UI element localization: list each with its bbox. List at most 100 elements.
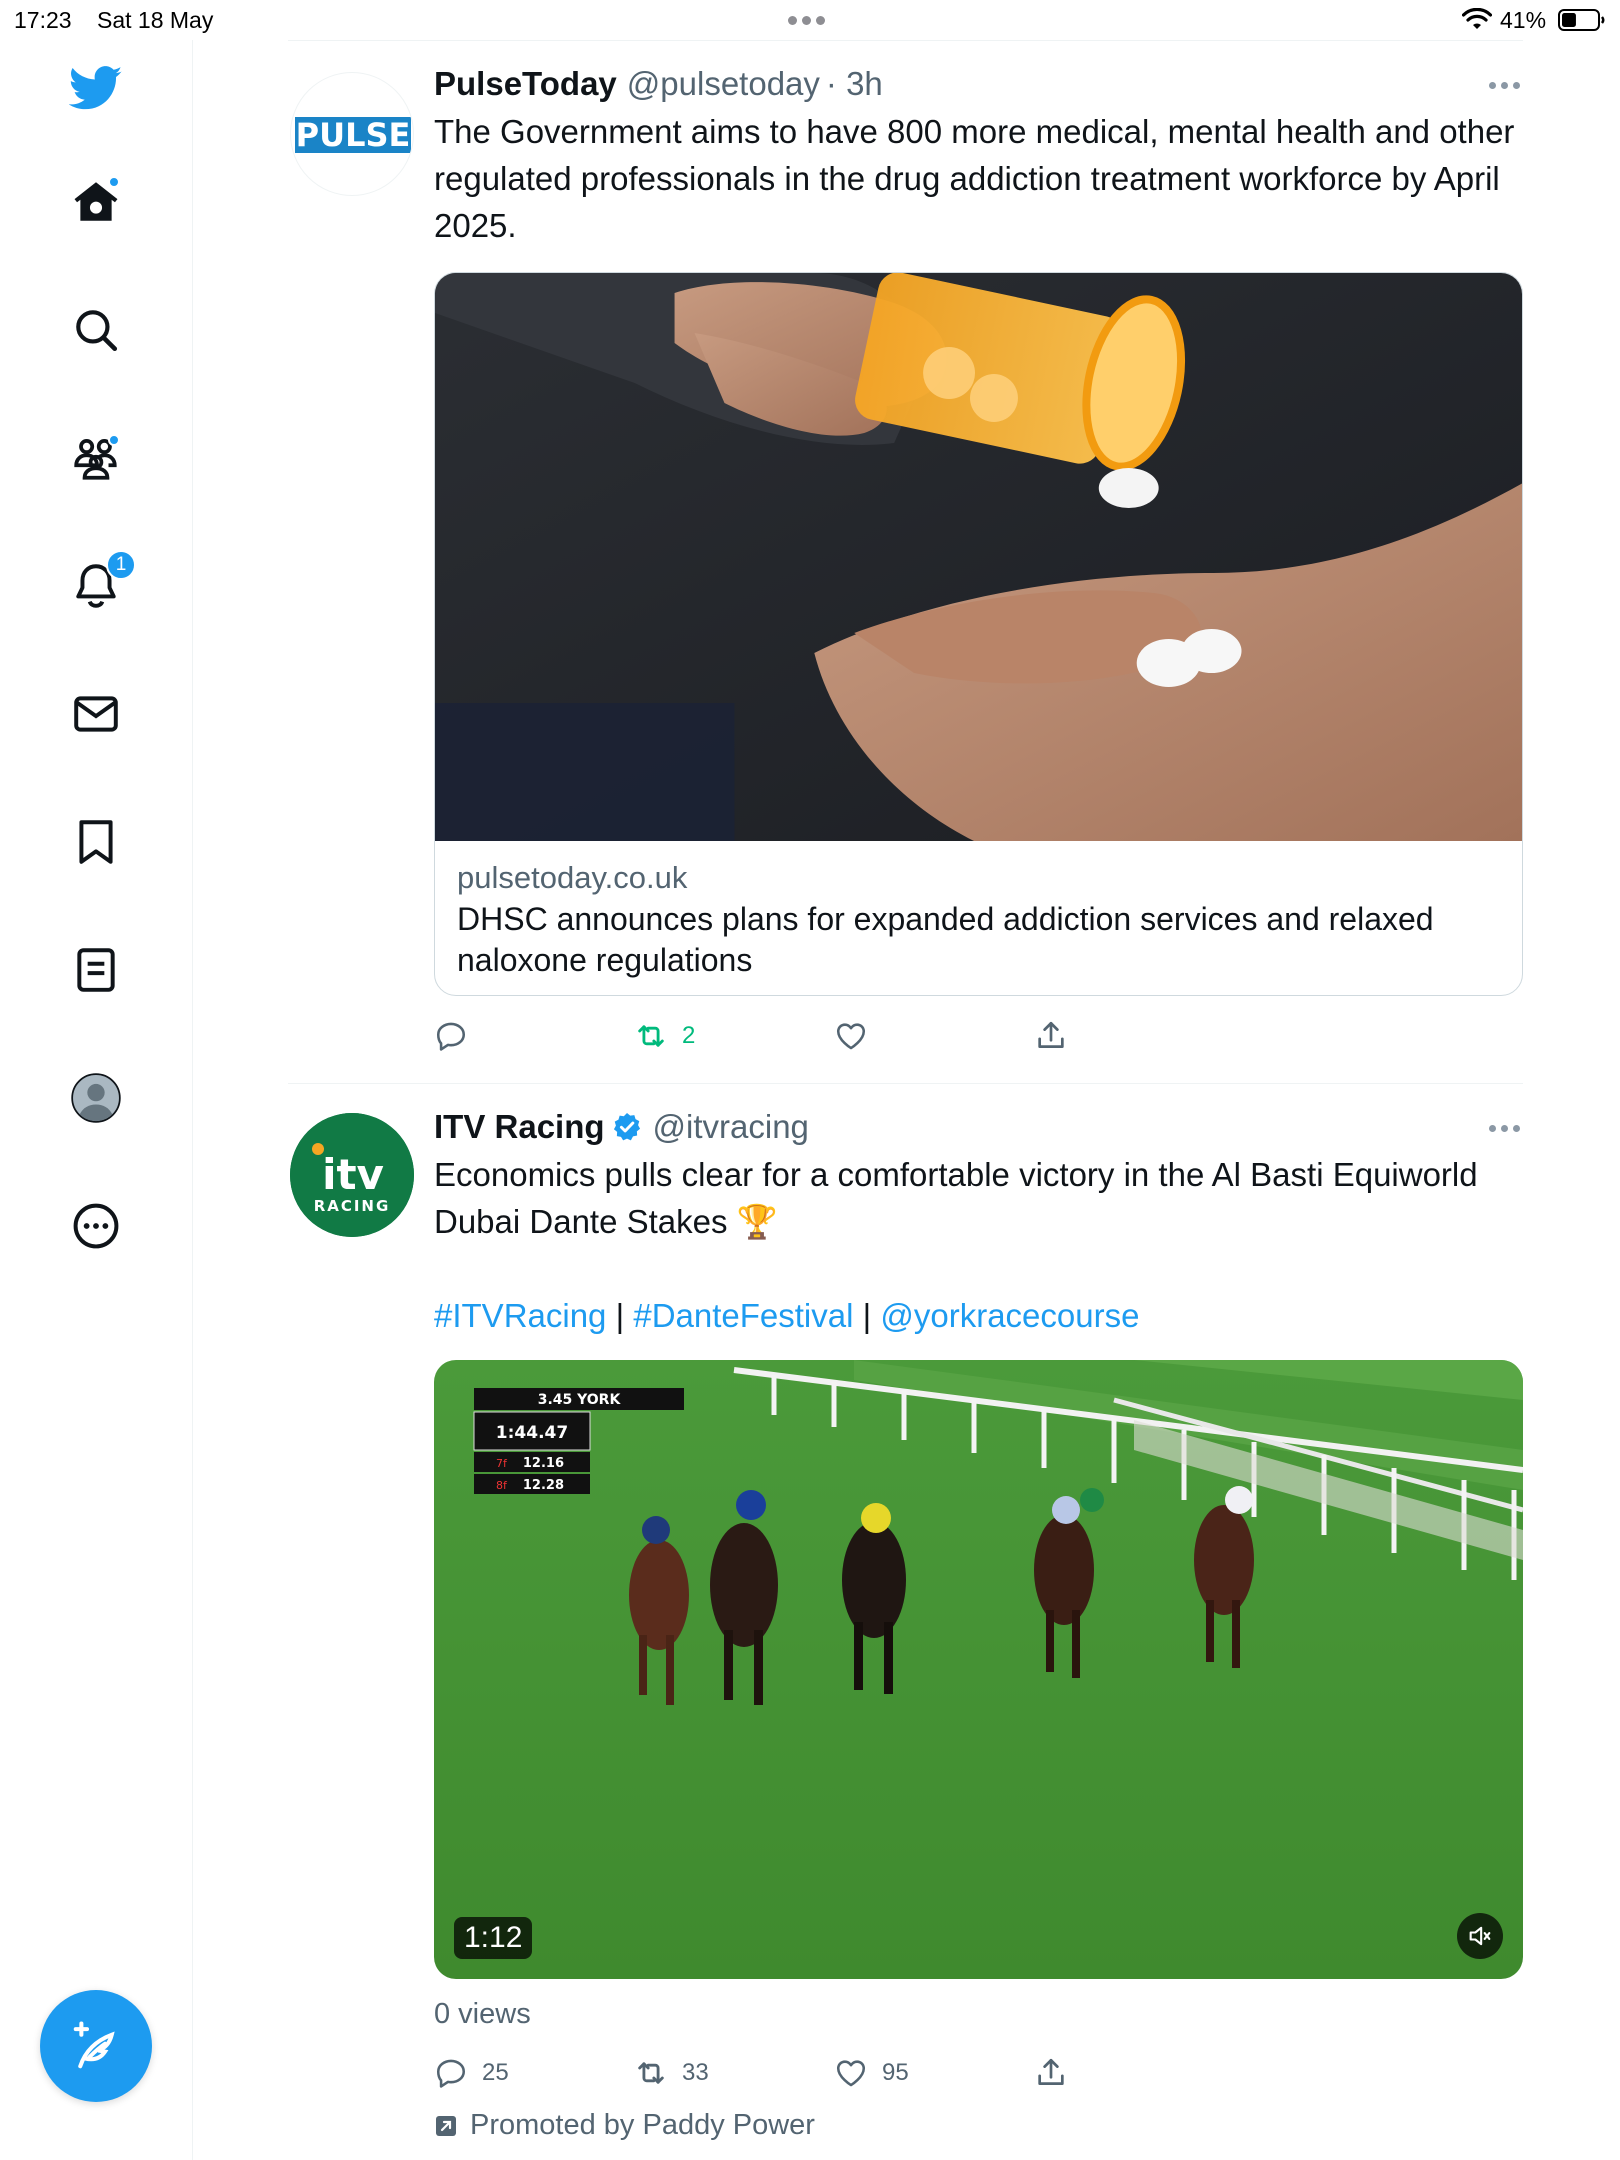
video-player[interactable]: 3.45 YORK 1:44.47 7f 12.16 8f 12.28 1:12 [434, 1360, 1523, 1979]
battery-percent: 41% [1500, 7, 1547, 33]
avatar-itvracing[interactable]: itv RACING [290, 1113, 414, 1237]
avatar-logo-text: PULSE [296, 116, 411, 154]
multitasking-dots-icon[interactable] [788, 16, 825, 25]
avatar-logo-bottom-text: RACING [314, 1197, 391, 1215]
card-meta: pulsetoday.co.uk DHSC announces plans fo… [435, 841, 1522, 995]
tweet-header: ITV Racing @itvracing [434, 1105, 1524, 1149]
retweet-count: 2 [682, 1022, 696, 1049]
mute-button[interactable] [1457, 1913, 1503, 1959]
like-button[interactable] [834, 1014, 882, 1058]
nav-notifications[interactable]: 1 [50, 540, 142, 632]
tweet-divider [288, 1083, 1523, 1084]
promoted-icon [436, 2115, 456, 2136]
nav-explore[interactable] [50, 284, 142, 376]
author-name[interactable]: PulseToday [434, 65, 617, 103]
share-icon [1038, 1021, 1064, 1048]
share-icon [1038, 2058, 1064, 2085]
tweet-time[interactable]: · 3h [826, 65, 883, 103]
promoted-text: Promoted by Paddy Power [470, 2109, 815, 2141]
link-card[interactable]: pulsetoday.co.uk DHSC announces plans fo… [434, 272, 1523, 996]
promoted-label[interactable]: Promoted by Paddy Power [434, 2109, 815, 2142]
video-frame-horse-race: 3.45 YORK 1:44.47 7f 12.16 8f 12.28 [434, 1360, 1523, 1979]
reply-button[interactable]: 25 [434, 2051, 509, 2095]
heart-icon [836, 1023, 866, 1050]
author-handle[interactable]: @itvracing [653, 1108, 809, 1146]
lists-icon [77, 948, 115, 992]
tweet-more-icon[interactable] [1489, 82, 1520, 89]
scoreboard-race: 3.45 YORK [538, 1392, 622, 1408]
tweet-actions: 2 [434, 1014, 1434, 1058]
speaker-muted-icon [1469, 1926, 1491, 1946]
hashtag-dantefestival[interactable]: #DanteFestival [633, 1297, 853, 1334]
nav-profile[interactable] [50, 1052, 142, 1144]
verified-badge-icon [613, 1113, 640, 1141]
tweet-header: PulseToday @pulsetoday · 3h [434, 62, 1524, 106]
tweet-itvracing[interactable]: itv RACING ITV Racing @itvracing Economi… [288, 1105, 1523, 2160]
scoreboard-row-label: 8f [496, 1479, 508, 1492]
tweet-more-icon[interactable] [1489, 1125, 1520, 1132]
link-separator: | [862, 1297, 872, 1334]
link-separator: | [615, 1297, 625, 1334]
wifi-icon [1462, 8, 1492, 29]
reply-icon [436, 2059, 466, 2088]
nav-communities[interactable] [50, 412, 142, 504]
scoreboard-row-label: 7f [496, 1457, 508, 1470]
nav-messages[interactable] [50, 668, 142, 760]
avatar-logo-top-text: itv [322, 1150, 384, 1199]
twitter-logo-icon[interactable] [50, 42, 142, 134]
nav-bookmarks[interactable] [50, 796, 142, 888]
nav-more[interactable] [50, 1180, 142, 1272]
like-count: 95 [882, 2059, 909, 2086]
status-date: Sat 18 May [97, 7, 214, 33]
view-count: 0 views [434, 1998, 531, 2030]
status-time: 17:23 [14, 7, 72, 33]
tweet-pulsetoday[interactable]: PULSE PulseToday @pulsetoday · 3h The Go… [288, 62, 1523, 1072]
retweet-button[interactable]: 33 [634, 2051, 709, 2095]
search-icon [76, 310, 118, 352]
tweet-actions: 25 33 95 [434, 2051, 1434, 2095]
nav-home[interactable] [50, 156, 142, 248]
tweet-links: #ITVRacing | #DanteFestival | @yorkracec… [434, 1292, 1524, 1339]
card-title: DHSC announces plans for expanded addict… [457, 901, 1434, 978]
author-name[interactable]: ITV Racing [434, 1108, 605, 1146]
card-image-pills [435, 273, 1522, 841]
compose-feather-icon [73, 2021, 115, 2069]
hashtag-itvracing[interactable]: #ITVRacing [434, 1297, 606, 1334]
retweet-count: 33 [682, 2059, 709, 2086]
mention-yorkracecourse[interactable]: @yorkracecourse [880, 1297, 1139, 1334]
itv-racing-logo-icon: itv RACING [290, 1113, 414, 1237]
video-duration: 1:12 [454, 1917, 533, 1959]
sidebar-nav: 1 [0, 40, 193, 2160]
share-button[interactable] [1034, 2051, 1068, 2095]
retweet-icon [638, 2062, 664, 2084]
scoreboard-time: 1:44.47 [496, 1423, 568, 1443]
tweet-text: Economics pulls clear for a comfortable … [434, 1156, 1478, 1240]
scoreboard-row-value: 12.16 [523, 1456, 564, 1471]
avatar-pulsetoday[interactable]: PULSE [290, 72, 414, 196]
feed-top-divider [288, 40, 1523, 41]
heart-icon [836, 2060, 866, 2087]
nav-lists[interactable] [50, 924, 142, 1016]
communities-unread-dot [108, 434, 120, 446]
like-button[interactable]: 95 [834, 2051, 909, 2095]
scoreboard-row-value: 12.28 [523, 1478, 564, 1493]
reply-icon [436, 1022, 466, 1051]
more-circle-icon [73, 1203, 119, 1249]
home-unread-dot [108, 176, 120, 188]
battery-icon [1558, 9, 1605, 31]
notifications-count-badge: 1 [106, 550, 136, 580]
mail-icon [74, 696, 118, 732]
author-handle[interactable]: @pulsetoday [627, 65, 820, 103]
reply-button[interactable] [434, 1014, 482, 1058]
status-bar: 17:23 Sat 18 May 41% [0, 0, 1620, 40]
share-button[interactable] [1034, 1014, 1068, 1058]
pulse-logo-icon: PULSE [295, 116, 411, 154]
profile-avatar-icon [71, 1073, 121, 1123]
compose-tweet-button[interactable] [40, 1990, 152, 2102]
retweet-icon [638, 1025, 664, 1047]
reply-count: 25 [482, 2059, 509, 2086]
card-domain: pulsetoday.co.uk [457, 860, 688, 895]
retweet-button[interactable]: 2 [634, 1014, 695, 1058]
tweet-text: The Government aims to have 800 more med… [434, 113, 1515, 244]
bookmark-icon [79, 820, 113, 864]
